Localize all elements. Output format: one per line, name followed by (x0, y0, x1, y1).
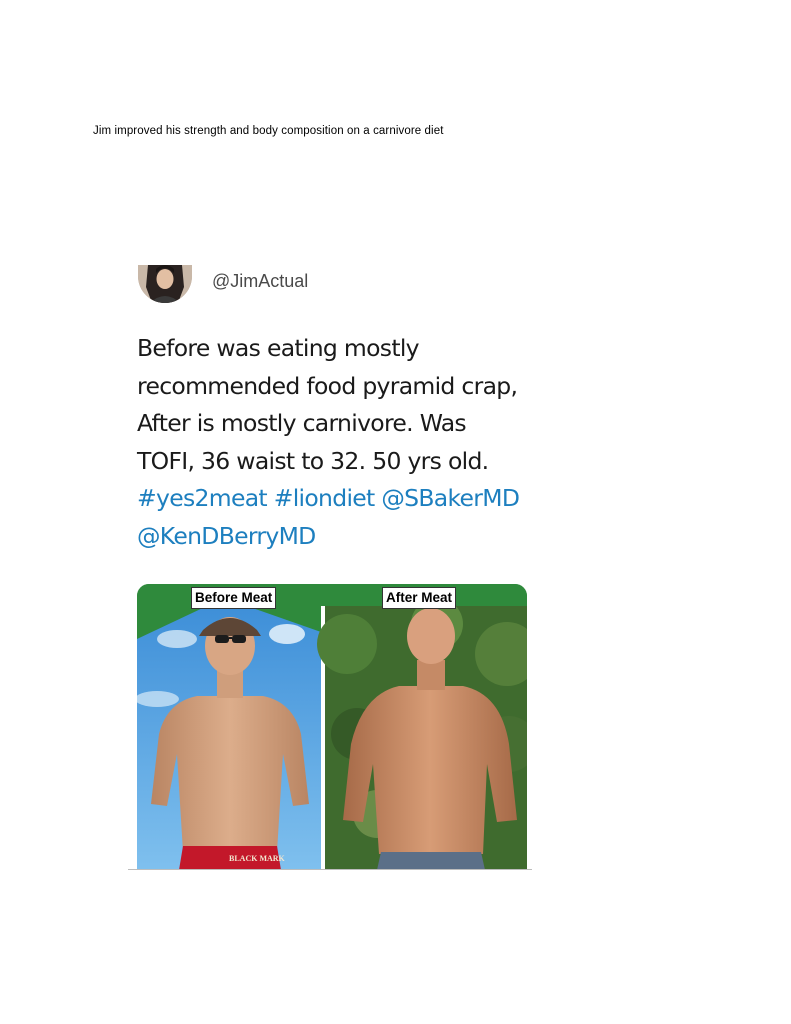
shorts-brand-text: BLACK MARK (229, 854, 285, 863)
tweet-text: Before was eating mostly recommended foo… (137, 330, 532, 555)
avatar-photo (138, 265, 192, 303)
before-after-image (137, 584, 527, 870)
mention-link[interactable]: @KenDBerryMD (137, 522, 316, 550)
avatar (138, 265, 192, 303)
mention-link[interactable]: @SBakerMD (381, 484, 520, 512)
before-after-photo: Before Meat After Meat BLACK MARK (137, 584, 527, 870)
tweet-screenshot: @JimActual Before was eating mostly reco… (128, 250, 532, 871)
page-caption: Jim improved his strength and body compo… (93, 125, 444, 137)
hashtag-link[interactable]: #yes2meat (137, 484, 268, 512)
tweet-line: Before was eating mostly (137, 334, 420, 362)
before-label: Before Meat (191, 587, 277, 609)
tweet-line: After is mostly carnivore. Was (137, 409, 467, 437)
tweet-line: TOFI, 36 waist to 32. 50 yrs old. (137, 446, 489, 475)
tweet-line: recommended food pyramid crap, (137, 371, 518, 400)
tweet-handle[interactable]: @JimActual (212, 271, 308, 292)
hashtag-link[interactable]: #liondiet (274, 484, 376, 512)
after-label: After Meat (382, 587, 457, 609)
tweet-tags-line: @KenDBerryMD (137, 518, 532, 556)
tweet-bottom-divider (128, 869, 532, 870)
tweet-tags-line: #yes2meat #liondiet @SBakerMD (137, 480, 532, 518)
